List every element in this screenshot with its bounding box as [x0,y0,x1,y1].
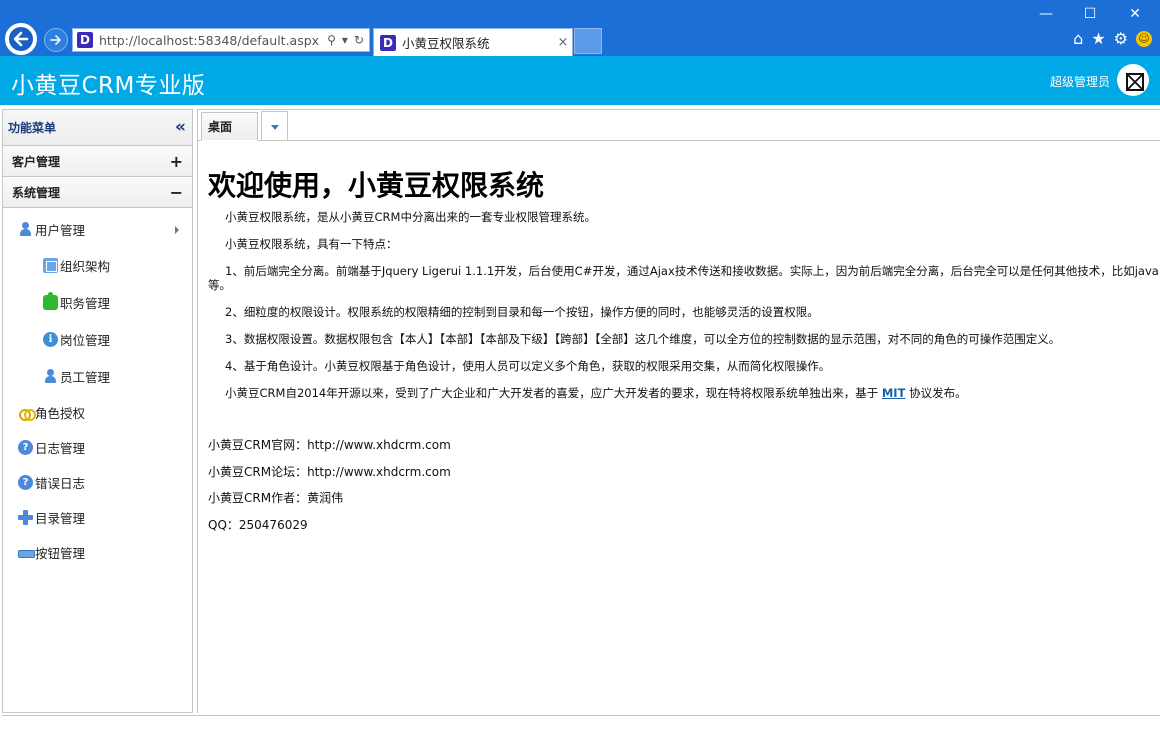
collapse-icon[interactable]: « [175,119,186,136]
sidebar-menu: 用户管理 组织架构 职务管理 岗位管理 员工管理 角色授权 日志管理 [3,208,192,570]
arrow-right-icon [50,35,61,45]
sidebar-item-label: 错误日志 [35,476,86,491]
feature-item: 2、细粒度的权限设计。权限系统的权限精细的控制到目录和每一个按钮，操作方便的同时… [225,305,819,319]
sidebar-item-label: 用户管理 [35,223,86,238]
sidebar-item-label: 员工管理 [60,370,111,385]
org-icon [43,258,58,273]
smiley-icon[interactable]: ☺ [1136,30,1152,47]
dropdown-icon[interactable]: ▾ [342,33,348,47]
sidebar-item-buttons[interactable]: 按钮管理 [3,535,192,570]
arrow-left-icon [13,31,29,47]
search-icon[interactable]: ⚲ [327,33,336,47]
tab-bar: 桌面 [198,110,1160,141]
app-header: 小黄豆CRM专业版 超级管理员 [0,56,1160,105]
sidebar-item-label: 日志管理 [35,441,86,456]
help-icon [18,440,33,455]
gear-icon[interactable]: ⚙ [1114,29,1128,48]
window-minimize-button[interactable]: — [1031,4,1061,24]
expand-icon[interactable]: + [170,152,183,171]
sidebar-item-label: 岗位管理 [60,333,111,348]
page-title: 欢迎使用，小黄豆权限系统 [208,169,545,202]
sidebar-group-label: 系统管理 [12,185,61,200]
status-footer [2,715,1160,745]
welcome-content: 欢迎使用，小黄豆权限系统 小黄豆权限系统，是从小黄豆CRM中分离出来的一套专业权… [198,141,1160,532]
new-tab-button[interactable] [574,28,602,54]
sidebar-header: 功能菜单 « [3,110,192,146]
browser-toolbar: ⌂ ★ ⚙ ☺ [1073,29,1152,48]
sidebar-item-user-management[interactable]: 用户管理 [3,212,192,247]
help-icon [18,475,33,490]
sidebar-item-role-auth[interactable]: 角色授权 [3,395,192,430]
window-close-button[interactable]: ✕ [1120,4,1150,24]
browser-tab-title: 小黄豆权限系统 [402,36,490,51]
info-website: 小黄豆CRM官网：http://www.xhdcrm.com [208,438,451,452]
back-button[interactable] [5,23,37,55]
feature-item: 4、基于角色设计。小黄豆权限基于角色设计，使用人员可以定义多个角色，获取的权限采… [225,359,831,373]
tab-favicon-icon: D [380,34,396,51]
browser-tab[interactable]: D 小黄豆权限系统 × [373,28,573,56]
sidebar-item-label: 目录管理 [35,511,86,526]
user-name[interactable]: 超级管理员 [1050,73,1110,90]
sidebar-item-directory[interactable]: 目录管理 [3,500,192,535]
tab-dropdown-icon[interactable] [261,111,288,140]
user-icon [43,369,58,384]
license-text-before: 小黄豆CRM自2014年开源以来，受到了广大企业和广大开发者的喜爱，应广大开发者… [225,386,882,400]
collapse-group-icon[interactable]: − [170,183,183,202]
home-icon[interactable]: ⌂ [1073,29,1083,48]
forward-button[interactable] [44,28,68,52]
sidebar: 功能菜单 « 客户管理 + 系统管理 − 用户管理 组织架构 职务管理 岗位管理… [2,109,193,713]
sidebar-group-label: 客户管理 [12,154,61,169]
sidebar-item-log[interactable]: 日志管理 [3,430,192,465]
logout-icon[interactable] [1117,64,1149,96]
sidebar-title: 功能菜单 [8,121,57,135]
address-url[interactable]: http://localhost:58348/default.aspx [99,33,327,48]
tab-desktop[interactable]: 桌面 [201,112,258,141]
site-favicon-icon: D [77,32,93,48]
info-icon [43,332,58,347]
main-panel: 桌面 欢迎使用，小黄豆权限系统 小黄豆权限系统，是从小黄豆CRM中分离出来的一套… [197,109,1160,713]
info-author: 小黄豆CRM作者：黄润伟 [208,491,344,505]
browser-chrome: — ☐ ✕ D http://localhost:58348/default.a… [0,0,1160,56]
sidebar-item-error-log[interactable]: 错误日志 [3,465,192,500]
app-title: 小黄豆CRM专业版 [11,73,206,99]
license-paragraph: 小黄豆CRM自2014年开源以来，受到了广大企业和广大开发者的喜爱，应广大开发者… [208,386,1160,400]
info-qq: QQ：250476029 [208,517,308,532]
window-maximize-button[interactable]: ☐ [1075,4,1105,24]
sidebar-item-position-title[interactable]: 职务管理 [3,284,192,321]
tab-close-icon[interactable]: × [554,35,572,50]
sidebar-item-label: 按钮管理 [35,546,86,561]
sidebar-item-post[interactable]: 岗位管理 [3,321,192,358]
feature-item: 3、数据权限设置。数据权限包含【本人】【本部】【本部及下级】【跨部】【全部】这几… [225,332,1061,346]
sidebar-item-label: 职务管理 [60,296,111,311]
sidebar-item-employee[interactable]: 员工管理 [3,358,192,395]
button-icon [18,545,35,560]
sidebar-group-customer[interactable]: 客户管理 + [3,146,192,177]
sidebar-group-system[interactable]: 系统管理 − [3,177,192,208]
sidebar-item-org-structure[interactable]: 组织架构 [3,247,192,284]
refresh-icon[interactable]: ↻ [354,33,364,47]
role-icon [18,405,36,421]
sidebar-item-label: 角色授权 [35,406,86,421]
plus-icon [18,510,33,525]
address-bar[interactable]: D http://localhost:58348/default.aspx ⚲ … [72,28,370,52]
info-forum: 小黄豆CRM论坛：http://www.xhdcrm.com [208,464,451,479]
feature-item: 1、前后端完全分离。前端基于Jquery Ligerui 1.1.1开发，后台使… [208,264,1159,292]
features-intro: 小黄豆权限系统，具有一下特点： [225,237,398,251]
puzzle-icon [43,292,58,310]
sidebar-item-label: 组织架构 [60,259,111,274]
intro-paragraph: 小黄豆权限系统，是从小黄豆CRM中分离出来的一套专业权限管理系统。 [225,210,596,224]
star-icon[interactable]: ★ [1091,29,1105,48]
user-icon [18,222,33,237]
license-text-after: 协议发布。 [905,386,967,400]
mit-license-link[interactable]: MIT [882,386,906,400]
chevron-right-icon [175,225,179,234]
